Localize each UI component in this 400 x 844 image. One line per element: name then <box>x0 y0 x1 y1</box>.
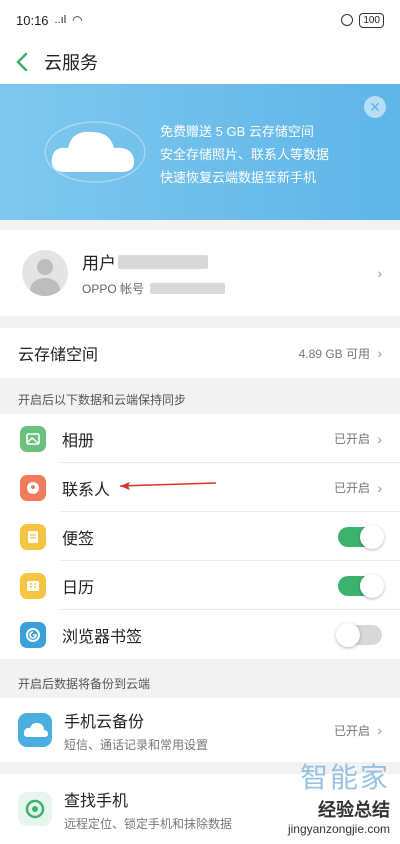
battery-indicator: 100 <box>359 12 384 28</box>
watermark-logo: 智能家 <box>299 762 390 793</box>
account-card[interactable]: 用户 OPPO 帐号 › <box>0 230 400 316</box>
sync-item-bookmarks[interactable]: 浏览器书签 <box>0 610 400 659</box>
lock-icon <box>341 14 354 26</box>
sync-item-label: 联系人 <box>62 481 111 499</box>
backup-section-header: 开启后数据将备份到云端 <box>0 670 400 698</box>
banner-line: 免费赠送 5 GB 云存储空间 <box>160 124 314 139</box>
close-icon[interactable]: ✕ <box>364 96 386 118</box>
status-time: 10:16 <box>16 12 49 28</box>
account-name: 用户 <box>82 254 116 273</box>
account-id-label: OPPO 帐号 <box>82 282 145 296</box>
watermark-text: 经验总结 <box>318 800 390 820</box>
nav-bar: 云服务 <box>0 40 400 84</box>
storage-row[interactable]: 云存储空间 4.89 GB 可用 › <box>0 328 400 378</box>
cloud-backup-title: 手机云备份 <box>64 713 145 731</box>
redacted-name <box>118 254 208 269</box>
calendar-toggle[interactable] <box>338 573 384 598</box>
cloud-backup-status: 已开启 <box>333 723 370 738</box>
sync-item-label: 日历 <box>62 579 95 597</box>
bookmarks-toggle[interactable] <box>336 622 382 647</box>
find-phone-title: 查找手机 <box>64 792 129 810</box>
sync-item-status: 已开启 <box>333 432 370 446</box>
calendar-icon <box>20 572 46 599</box>
sync-section-header: 开启后以下数据和云端保持同步 <box>0 386 400 414</box>
sync-item-calendar[interactable]: 日历 <box>0 561 400 610</box>
storage-value: 4.89 GB 可用 <box>298 346 370 361</box>
contacts-icon <box>20 474 46 501</box>
notes-toggle[interactable] <box>338 524 384 549</box>
redacted-id <box>150 283 226 294</box>
chevron-right-icon: › <box>377 479 382 496</box>
annotation-arrow <box>119 482 217 490</box>
promo-banner[interactable]: 免费赠送 5 GB 云存储空间 安全存储照片、联系人等数据 快速恢复云端数据至新… <box>0 84 400 220</box>
storage-label: 云存储空间 <box>18 347 99 364</box>
sync-item-notes[interactable]: 便签 <box>0 512 400 561</box>
chevron-right-icon: › <box>377 345 382 361</box>
sync-item-status: 已开启 <box>333 481 370 495</box>
cloud-icon <box>44 121 146 183</box>
note-icon <box>20 523 46 550</box>
back-button[interactable] <box>0 40 44 84</box>
browser-icon <box>20 621 46 648</box>
avatar <box>22 250 68 296</box>
banner-line: 快速恢复云端数据至新手机 <box>160 170 317 185</box>
find-phone-subtitle: 远程定位、锁定手机和抹除数据 <box>64 816 233 831</box>
cloud-backup-icon <box>18 713 52 747</box>
banner-line: 安全存储照片、联系人等数据 <box>160 147 330 162</box>
sync-item-label: 浏览器书签 <box>62 628 143 646</box>
wifi-icon: ◠ <box>72 13 83 27</box>
page-title: 云服务 <box>44 53 98 73</box>
photo-icon <box>20 425 46 452</box>
chevron-left-icon <box>16 52 28 72</box>
banner-text: 免费赠送 5 GB 云存储空间 安全存储照片、联系人等数据 快速恢复云端数据至新… <box>160 120 329 189</box>
status-bar: 10:16 ..ıl ◠ 100 <box>0 0 400 40</box>
chevron-right-icon: › <box>377 430 382 447</box>
sync-item-label: 便签 <box>62 530 95 548</box>
chevron-right-icon: › <box>377 722 382 738</box>
sync-item-album[interactable]: 相册 已开启 › <box>0 414 400 463</box>
watermark-url: jingyanzongjie.com <box>287 822 390 836</box>
cloud-backup-subtitle: 短信、通话记录和常用设置 <box>64 737 209 752</box>
watermark: 智能家 经验总结 jingyanzongjie.com <box>288 756 390 836</box>
signal-icon: ..ıl <box>54 14 67 26</box>
chevron-right-icon: › <box>377 265 382 281</box>
cloud-backup-row[interactable]: 手机云备份 短信、通话记录和常用设置 已开启 › <box>0 698 400 762</box>
find-phone-icon <box>18 792 52 826</box>
sync-item-label: 相册 <box>62 432 95 450</box>
